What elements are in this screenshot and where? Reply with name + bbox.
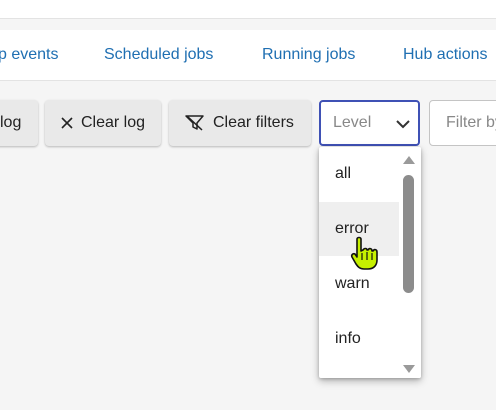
level-option-label: info [335,330,361,347]
hand-pointer-cursor-icon [349,236,381,277]
filter-input[interactable]: Filter by [429,100,496,146]
clear-filters-button[interactable]: Clear filters [169,100,311,146]
tab-scheduled-jobs[interactable]: Scheduled jobs [104,46,213,64]
scrollbar-thumb[interactable] [403,175,414,293]
scroll-down-arrow-icon[interactable] [402,361,416,378]
log-button-label: log [0,114,22,131]
level-option-label: warn [335,275,370,292]
log-content-area [0,160,496,410]
tab-running-jobs[interactable]: Running jobs [262,46,355,64]
log-toolbar: log Clear log Clear filters [0,92,496,154]
level-option-info[interactable]: info [319,312,399,366]
level-select-placeholder: Level [333,114,372,131]
level-select[interactable]: Level [319,100,420,146]
scroll-up-arrow-icon[interactable] [402,152,416,170]
filter-input-placeholder: Filter by [446,114,496,131]
clear-filters-label: Clear filters [213,114,294,131]
level-option-all[interactable]: all [319,147,399,201]
close-icon [61,117,73,129]
tab-hub-actions[interactable]: Hub actions [403,46,488,64]
filter-off-icon [185,115,205,131]
log-button[interactable]: log [0,100,38,146]
top-app-bar [0,0,496,19]
chevron-down-icon [396,116,410,134]
tab-bar: p events Scheduled jobs Running jobs Hub… [0,30,496,81]
clear-log-label: Clear log [81,114,146,131]
level-option-label: all [335,165,352,182]
clear-log-button[interactable]: Clear log [45,100,161,146]
tab-app-events[interactable]: p events [0,46,58,64]
